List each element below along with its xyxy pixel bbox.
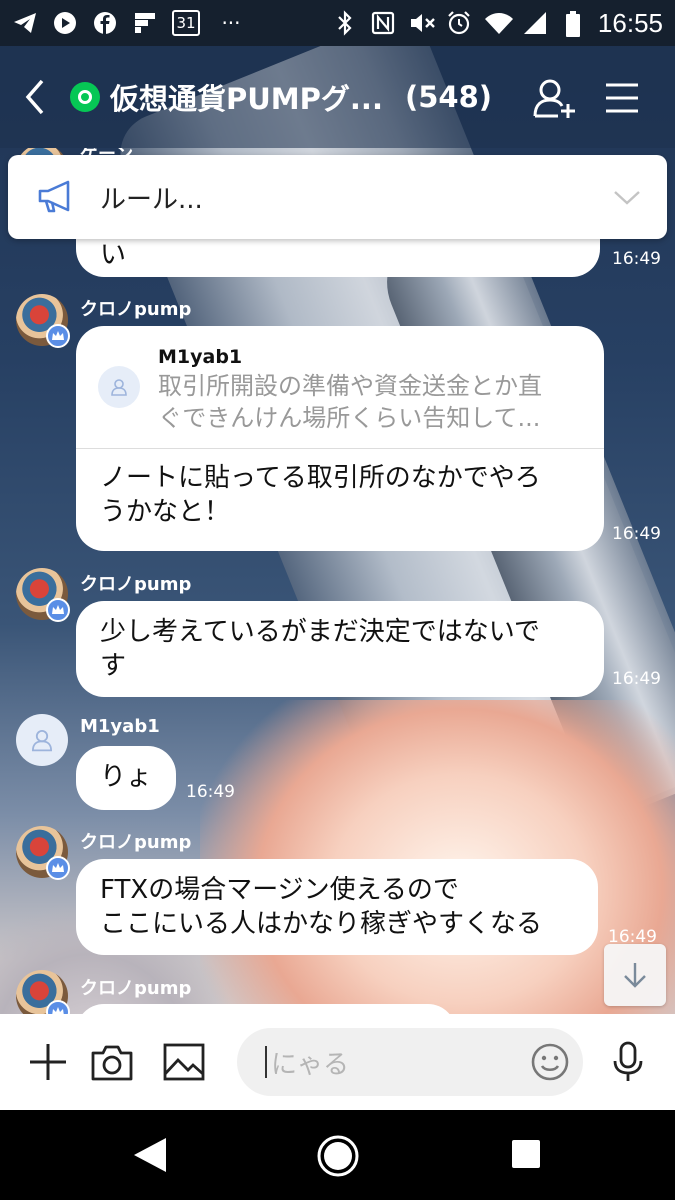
nav-home-icon[interactable] xyxy=(316,1134,360,1178)
calendar-icon: 31 xyxy=(172,10,200,36)
quoted-sender: M1yab1 xyxy=(158,346,243,368)
status-time: 16:55 xyxy=(597,7,663,38)
message-text: す xyxy=(100,651,127,681)
user-icon xyxy=(31,729,53,752)
nav-back-icon[interactable] xyxy=(132,1136,168,1174)
avatar[interactable] xyxy=(16,714,68,766)
announcement-text: ルール... xyxy=(100,184,203,215)
message-text: FTXの場合マージン使えるので xyxy=(100,875,459,905)
group-title[interactable]: 仮想通貨PUMPグ... xyxy=(110,76,383,118)
message-bubble[interactable]: 少し考えているがまだ決定ではないで す xyxy=(76,601,604,697)
menu-button[interactable] xyxy=(604,80,640,116)
wifi-icon xyxy=(484,10,513,36)
message-text: 少し考えているがまだ決定ではないで xyxy=(100,617,540,647)
flipboard-icon xyxy=(132,10,158,36)
message-text: い xyxy=(100,240,127,270)
crown-badge-icon xyxy=(46,324,70,348)
message-text: ノートに貼ってる取引所のなかでやろ xyxy=(100,463,541,493)
system-nav-bar xyxy=(0,1110,675,1200)
message-input-bar: にゃる xyxy=(0,1014,675,1110)
crown-badge-icon xyxy=(46,598,70,622)
message-bubble[interactable]: りょ xyxy=(76,746,176,810)
sender-name: クロノpump xyxy=(80,832,192,853)
message-bubble[interactable] xyxy=(76,1004,456,1014)
message-time: 16:49 xyxy=(186,782,235,802)
telegram-icon xyxy=(12,10,38,36)
chevron-left-icon xyxy=(25,79,44,115)
sender-name: クロノpump xyxy=(80,574,192,595)
chevron-down-icon[interactable] xyxy=(613,183,641,211)
megaphone-icon xyxy=(38,180,70,213)
plus-icon xyxy=(30,1044,66,1080)
hamburger-icon xyxy=(606,83,638,113)
message-text: りょ xyxy=(100,762,153,792)
announcement-bar[interactable]: ルール... xyxy=(8,155,667,239)
camera-button[interactable] xyxy=(90,1040,134,1084)
bluetooth-icon xyxy=(332,10,358,36)
member-count: (548) xyxy=(404,80,493,114)
message-text: ここにいる人はかなり稼ぎやすくなる xyxy=(100,909,543,939)
facebook-icon xyxy=(92,10,118,36)
sender-name: クロノpump xyxy=(80,978,192,999)
message-time: 16:49 xyxy=(612,249,661,269)
voice-button[interactable] xyxy=(606,1040,650,1084)
more-icon: ··· xyxy=(221,11,241,35)
sender-name: M1yab1 xyxy=(80,716,160,737)
alarm-icon xyxy=(446,10,472,36)
microphone-icon xyxy=(613,1041,643,1081)
input-placeholder: にゃる xyxy=(271,1049,350,1080)
chat-header: 仮想通貨PUMPグ... (548) xyxy=(0,46,675,148)
smiley-icon xyxy=(531,1043,569,1081)
openchat-icon xyxy=(70,82,100,112)
message-time: 16:49 xyxy=(612,524,661,544)
status-bar: 31 ··· 16:55 xyxy=(0,0,675,46)
nav-recents-icon[interactable] xyxy=(510,1138,542,1170)
crown-badge-icon xyxy=(46,856,70,880)
youtube-icon xyxy=(52,10,78,36)
scroll-to-bottom-button[interactable] xyxy=(604,944,666,1006)
mute-icon xyxy=(408,10,435,36)
battery-icon xyxy=(560,10,586,37)
message-bubble[interactable]: FTXの場合マージン使えるので ここにいる人はかなり稼ぎやすくなる xyxy=(76,859,598,955)
camera-icon xyxy=(91,1045,133,1081)
image-icon xyxy=(163,1043,205,1081)
add-user-icon xyxy=(533,79,575,118)
back-button[interactable] xyxy=(0,46,70,148)
signal-icon xyxy=(522,10,548,36)
quoted-text: ぐできんけん場所くらい告知して... xyxy=(158,404,541,432)
message-list[interactable]: ゲーン い 16:49 クロノpump M1yab1 取引所開設の準備や資金送金… xyxy=(0,148,675,1014)
quoted-avatar xyxy=(98,366,140,408)
sender-name: クロノpump xyxy=(80,299,192,320)
plus-button[interactable] xyxy=(26,1040,70,1084)
nfc-icon xyxy=(370,10,396,36)
add-friend-button[interactable] xyxy=(530,74,578,122)
arrow-down-icon xyxy=(624,963,646,988)
text-caret xyxy=(265,1046,267,1078)
emoji-button[interactable] xyxy=(528,1040,572,1084)
message-time: 16:49 xyxy=(612,669,661,689)
quoted-text: 取引所開設の準備や資金送金とか直 xyxy=(158,372,542,400)
quoted-message[interactable]: M1yab1 取引所開設の準備や資金送金とか直 ぐできんけん場所くらい告知して.… xyxy=(76,326,604,449)
reply-bubble[interactable]: M1yab1 取引所開設の準備や資金送金とか直 ぐできんけん場所くらい告知して.… xyxy=(76,326,604,551)
gallery-button[interactable] xyxy=(162,1040,206,1084)
message-text: うかなと！ xyxy=(100,497,231,527)
